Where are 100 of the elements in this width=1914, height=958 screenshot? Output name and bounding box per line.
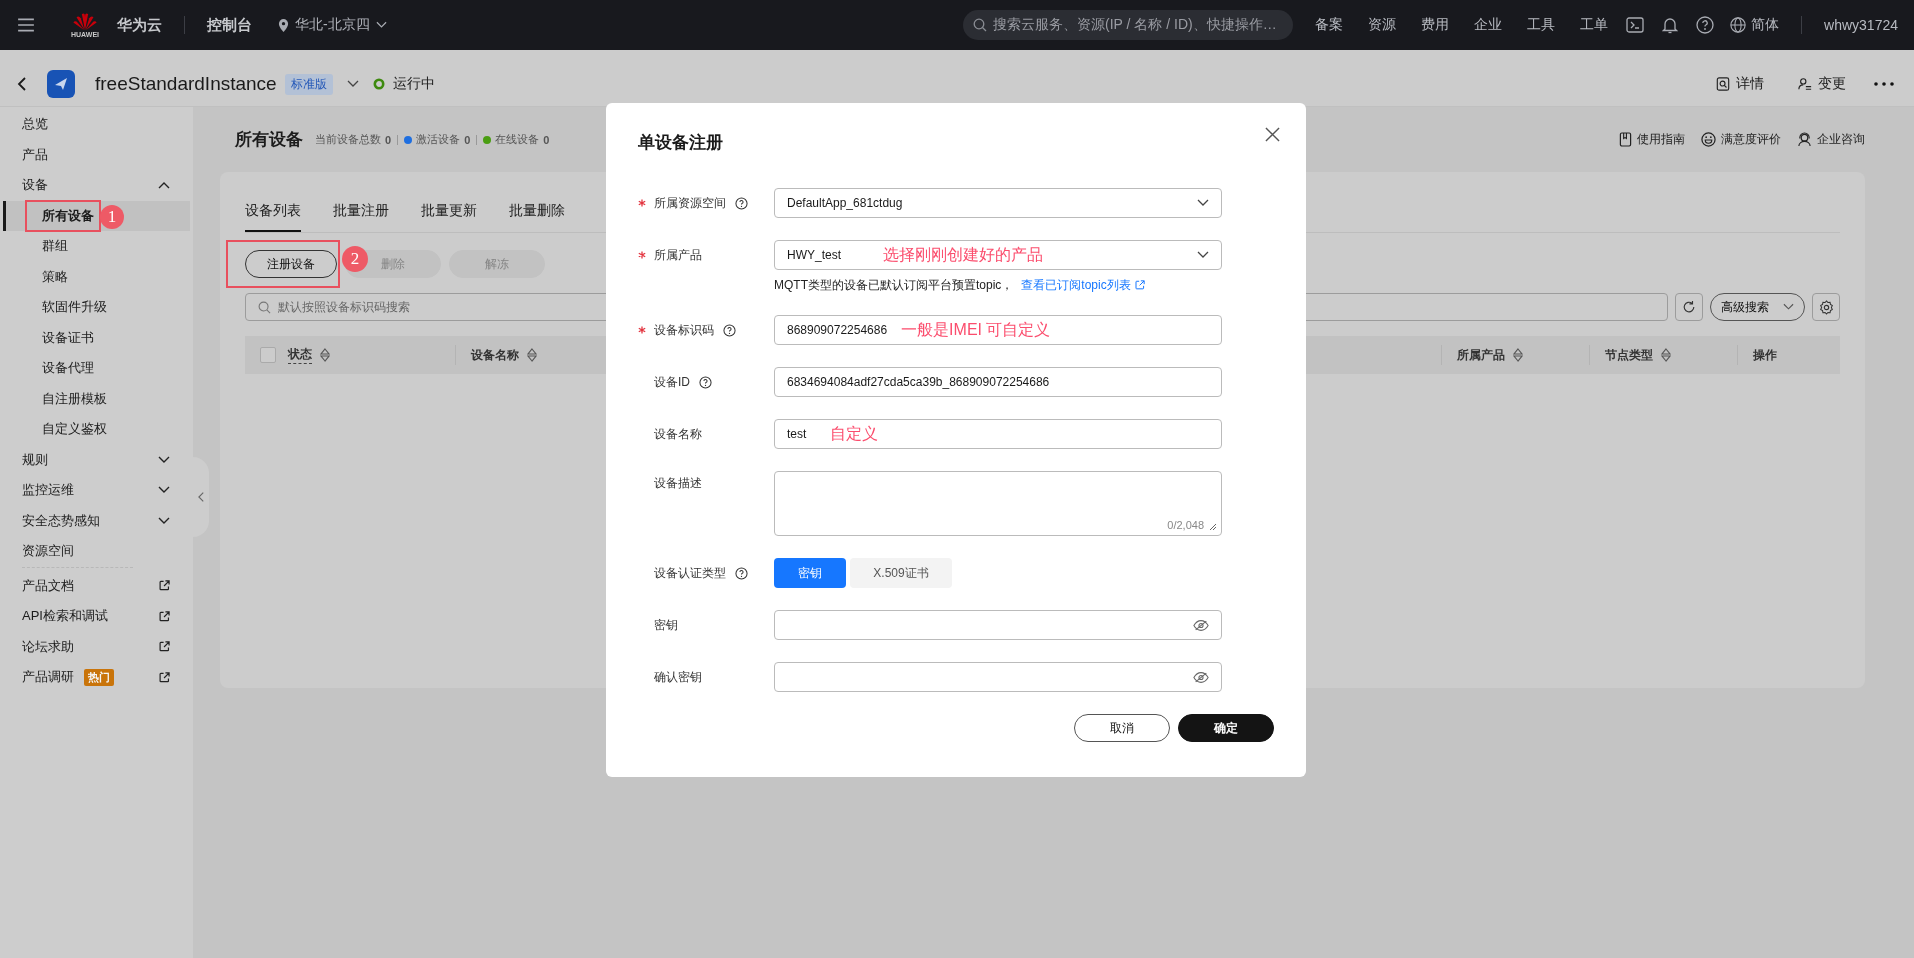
collapse-handle[interactable] bbox=[193, 457, 209, 537]
tab[interactable]: 设备列表 bbox=[245, 192, 301, 232]
field-label: 设备名称 bbox=[654, 425, 702, 443]
sort-icon[interactable] bbox=[320, 348, 330, 362]
external-link-icon bbox=[159, 610, 170, 622]
sidebar-item[interactable]: 资源空间 bbox=[0, 536, 193, 567]
close-icon[interactable] bbox=[1265, 127, 1280, 142]
tab[interactable]: 批量注册 bbox=[333, 192, 389, 232]
search-icon bbox=[973, 18, 988, 32]
sidebar-item[interactable]: 自定义鉴权 bbox=[0, 414, 193, 445]
field-label: 密钥 bbox=[654, 616, 678, 634]
sidebar-item[interactable]: 总览 bbox=[0, 109, 193, 140]
help-icon[interactable] bbox=[735, 566, 748, 580]
required-asterisk-icon bbox=[638, 326, 646, 334]
nav-link[interactable]: 备案 bbox=[1315, 16, 1344, 34]
edition-tag: 标准版 bbox=[284, 73, 333, 95]
select-field[interactable]: HWY_test 选择刚刚创建好的产品 bbox=[774, 240, 1222, 270]
password-field[interactable] bbox=[774, 610, 1222, 640]
eye-off-icon[interactable] bbox=[1193, 618, 1209, 632]
sidebar-item[interactable]: 策略 bbox=[0, 261, 193, 292]
sidebar-item[interactable]: 规则 bbox=[0, 444, 193, 475]
external-link-icon bbox=[159, 641, 170, 653]
tab[interactable]: 批量更新 bbox=[421, 192, 477, 232]
column-header: 设备名称 bbox=[471, 346, 519, 364]
eye-off-icon[interactable] bbox=[1193, 670, 1209, 684]
language-selector[interactable]: 简体 bbox=[1730, 16, 1780, 34]
required-asterisk-icon bbox=[638, 199, 646, 207]
nav-link[interactable]: 企业 bbox=[1474, 16, 1503, 34]
brand-name[interactable]: 华为云 bbox=[117, 15, 162, 35]
sidebar-item[interactable]: 安全态势感知 bbox=[0, 505, 193, 536]
bell-icon[interactable] bbox=[1662, 16, 1679, 34]
help-link[interactable]: 企业咨询 bbox=[1797, 131, 1865, 148]
character-counter: 0/2,048 bbox=[1167, 519, 1204, 531]
settings-button[interactable] bbox=[1812, 293, 1840, 321]
logo-icon[interactable] bbox=[72, 11, 98, 31]
sidebar-item[interactable]: 群组 bbox=[0, 231, 193, 262]
sidebar-item[interactable]: 设备 bbox=[0, 170, 193, 201]
menu-icon[interactable] bbox=[17, 16, 35, 34]
header-action[interactable]: 变更 bbox=[1792, 74, 1852, 94]
cancel-button[interactable]: 取消 bbox=[1074, 714, 1170, 742]
header-action[interactable]: 详情 bbox=[1710, 74, 1770, 94]
sort-icon[interactable] bbox=[1661, 348, 1671, 362]
sidebar-item[interactable]: 设备代理 bbox=[0, 353, 193, 384]
sidebar-item[interactable]: 产品 bbox=[0, 139, 193, 170]
advanced-search-button[interactable]: 高级搜索 bbox=[1710, 293, 1805, 321]
sidebar-item[interactable]: API检索和调试 bbox=[0, 601, 193, 632]
help-icon[interactable] bbox=[735, 196, 748, 210]
help-link[interactable]: 使用指南 bbox=[1619, 131, 1685, 148]
global-search-field[interactable]: 搜索云服务、资源(IP / 名称 / ID)、快捷操作… bbox=[963, 10, 1294, 40]
sort-icon[interactable] bbox=[527, 348, 537, 362]
annotation-text: 自定义 bbox=[830, 423, 879, 444]
register-device-button[interactable]: 注册设备 bbox=[245, 250, 337, 278]
description-field[interactable]: 0/2,048 bbox=[774, 471, 1222, 536]
headset-person-icon bbox=[1797, 132, 1812, 147]
sidebar-item[interactable]: 产品调研 热门 bbox=[0, 662, 193, 693]
column-header: 节点类型 bbox=[1605, 346, 1653, 364]
help-link[interactable]: 满意度评价 bbox=[1701, 131, 1781, 148]
dialog-title: 单设备注册 bbox=[638, 132, 723, 154]
hint-text: MQTT类型的设备已默认订阅平台预置topic， bbox=[774, 276, 1014, 294]
nav-link[interactable]: 工单 bbox=[1580, 16, 1609, 34]
help-icon[interactable] bbox=[723, 323, 736, 337]
console-link[interactable]: 控制台 bbox=[207, 15, 252, 35]
nav-link[interactable]: 工具 bbox=[1527, 16, 1556, 34]
refresh-button[interactable] bbox=[1675, 293, 1703, 321]
sidebar-item[interactable]: 软固件升级 bbox=[0, 292, 193, 323]
segment-option[interactable]: X.509证书 bbox=[850, 558, 952, 588]
tab[interactable]: 批量删除 bbox=[509, 192, 565, 232]
sidebar-item[interactable]: 论坛求助 bbox=[0, 631, 193, 662]
sidebar-item[interactable]: 设备证书 bbox=[0, 322, 193, 353]
external-link-icon bbox=[159, 580, 170, 592]
sort-icon[interactable] bbox=[1513, 348, 1523, 362]
checkbox[interactable] bbox=[260, 347, 276, 363]
sidebar-item[interactable]: 监控运维 bbox=[0, 475, 193, 506]
nav-link[interactable]: 费用 bbox=[1421, 16, 1450, 34]
confirm-button[interactable]: 确定 bbox=[1178, 714, 1274, 742]
input-field[interactable]: test 自定义 bbox=[774, 419, 1222, 449]
region-selector[interactable]: 华北-北京四 bbox=[272, 15, 393, 35]
app-icon bbox=[47, 70, 75, 98]
back-icon[interactable] bbox=[17, 76, 27, 92]
help-icon[interactable] bbox=[1696, 16, 1715, 34]
sidebar-item[interactable]: 产品文档 bbox=[0, 570, 193, 601]
user-name[interactable]: whwy31724 bbox=[1824, 17, 1898, 33]
more-icon[interactable] bbox=[1874, 82, 1894, 86]
segment-option[interactable]: 密钥 bbox=[774, 558, 846, 588]
password-field[interactable] bbox=[774, 662, 1222, 692]
chevron-down-icon[interactable] bbox=[346, 80, 359, 88]
topic-list-link[interactable]: 查看已订阅topic列表 bbox=[1021, 276, 1131, 294]
stat-label: 激活设备 bbox=[416, 132, 461, 147]
chevron-down-icon bbox=[1197, 251, 1209, 259]
search-icon bbox=[258, 300, 271, 314]
help-icon[interactable] bbox=[699, 375, 712, 389]
select-field[interactable]: DefaultApp_681ctdug bbox=[774, 188, 1222, 218]
column-header: 所属产品 bbox=[1457, 346, 1505, 364]
sidebar-item[interactable]: 自注册模板 bbox=[0, 383, 193, 414]
nav-link[interactable]: 资源 bbox=[1368, 16, 1397, 34]
terminal-icon[interactable] bbox=[1626, 17, 1645, 33]
stat-value: 0 bbox=[543, 133, 550, 146]
input-field[interactable]: 6834694084adf27cda5ca39b_868909072254686 bbox=[774, 367, 1222, 397]
input-field[interactable]: 868909072254686 一般是IMEI 可自定义 bbox=[774, 315, 1222, 345]
field-label: 设备ID bbox=[654, 373, 690, 391]
